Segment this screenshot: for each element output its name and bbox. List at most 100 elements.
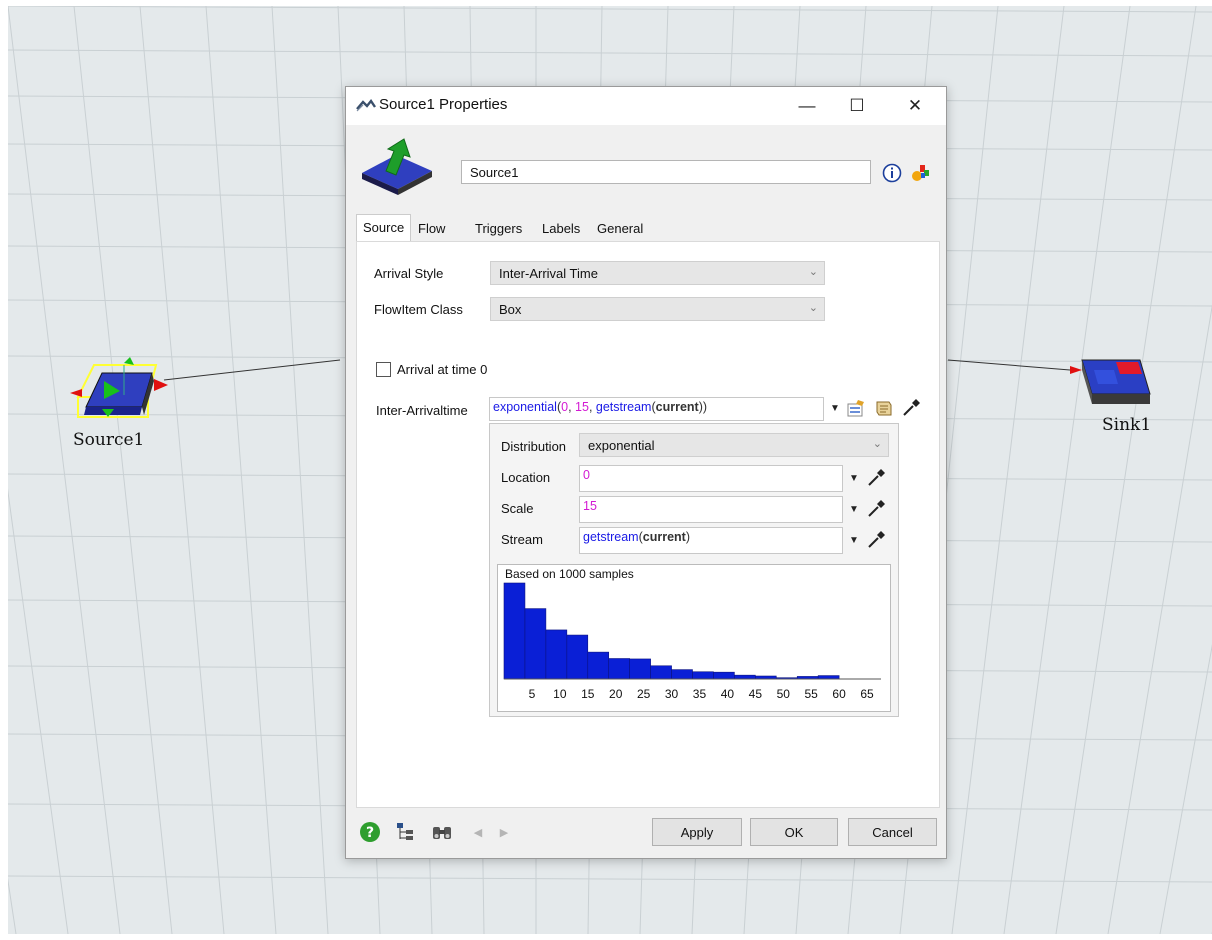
minimize-button[interactable]: — [784, 87, 830, 125]
apply-button[interactable]: Apply [652, 818, 742, 846]
x-tick-label: 30 [665, 687, 679, 701]
source-object[interactable] [64, 351, 174, 426]
x-tick-label: 35 [693, 687, 707, 701]
eyedropper-icon[interactable] [866, 499, 886, 519]
x-tick-label: 25 [637, 687, 651, 701]
source-label: Source1 [73, 430, 145, 450]
code-token: 15 [575, 400, 589, 414]
sink-label: Sink1 [1102, 415, 1152, 435]
distribution-histogram: Based on 1000 samples 5 10 15 20 25 30 35 40 45 5… [497, 564, 891, 712]
interarrival-label: Inter-Arrivaltime [376, 403, 468, 418]
ok-button[interactable]: OK [750, 818, 838, 846]
properties-dialog: Source1 Properties — ☐ ✕ Source1 Source … [345, 86, 947, 859]
chart-title: Based on 1000 samples [505, 567, 634, 581]
source-object-icon [362, 138, 432, 195]
x-tick-label: 55 [805, 687, 819, 701]
tab-labels[interactable]: Labels [536, 217, 586, 241]
scale-value: 15 [583, 499, 597, 513]
x-tick-label: 5 [529, 687, 536, 701]
window-title: Source1 Properties [379, 96, 508, 113]
histogram-bar [713, 671, 735, 680]
scale-label: Scale [501, 501, 534, 516]
dropdown-arrow-icon[interactable]: ▼ [830, 403, 840, 414]
scale-field[interactable]: 15 [579, 496, 843, 523]
eyedropper-icon[interactable] [866, 468, 886, 488]
interarrival-expression-field[interactable]: exponential(0, 15, getstream(current)) [489, 397, 824, 421]
dropdown-arrow-icon[interactable]: ▼ [849, 535, 859, 546]
code-token: getstream [595, 400, 652, 414]
eyedropper-icon[interactable] [866, 530, 886, 550]
flowitem-class-select[interactable]: Box ⌄ [490, 297, 825, 321]
x-tick-label: 10 [553, 687, 567, 701]
chevron-down-icon: ⌄ [808, 302, 818, 314]
flowitem-class-value: Box [499, 302, 522, 317]
tab-triggers[interactable]: Triggers [469, 217, 528, 241]
x-tick-label: 50 [777, 687, 791, 701]
chevron-down-icon: ⌄ [808, 266, 818, 278]
location-value: 0 [583, 468, 590, 482]
tab-flow[interactable]: Flow [412, 217, 451, 241]
distribution-select[interactable]: exponential ⌄ [579, 433, 889, 457]
tab-source[interactable]: Source [356, 214, 412, 242]
sink-object[interactable] [1066, 354, 1156, 414]
color-picker-icon[interactable] [909, 162, 931, 184]
histogram-svg: Based on 1000 samples 5 10 15 20 25 30 35 40 45 5… [503, 567, 881, 701]
title-bar[interactable]: Source1 Properties — ☐ ✕ [346, 87, 946, 125]
eyedropper-icon[interactable] [901, 398, 921, 418]
arrival-style-label: Arrival Style [374, 266, 444, 281]
edit-properties-icon[interactable] [846, 398, 866, 418]
arrow-right-icon[interactable]: ▶ [494, 822, 514, 842]
x-tick-label: 20 [609, 687, 623, 701]
tab-general[interactable]: General [591, 217, 649, 241]
binoculars-icon[interactable] [430, 821, 454, 843]
svg-text:?: ? [366, 825, 374, 841]
x-tick-label: 45 [749, 687, 763, 701]
stream-field[interactable]: getstream(current) [579, 527, 843, 554]
code-token: getstream [583, 530, 639, 544]
distribution-value: exponential [588, 438, 655, 453]
histogram-bar [629, 658, 651, 680]
code-token: ) [685, 530, 691, 544]
x-tick-label: 65 [860, 687, 874, 701]
close-button[interactable]: ✕ [892, 87, 938, 125]
histogram-bar [671, 669, 693, 680]
code-token: , [568, 400, 576, 414]
maximize-button[interactable]: ☐ [834, 87, 880, 125]
stream-label: Stream [501, 532, 543, 547]
histogram-bar [734, 674, 756, 680]
cancel-button[interactable]: Cancel [848, 818, 937, 846]
arrow-left-icon[interactable]: ◀ [468, 822, 488, 842]
distribution-panel: Distribution exponential ⌄ Location 0 ▼ … [489, 423, 899, 717]
histogram-bar [608, 658, 630, 680]
x-tick-label: 15 [581, 687, 595, 701]
dropdown-arrow-icon[interactable]: ▼ [849, 504, 859, 515]
arrival-time0-checkbox[interactable] [376, 362, 391, 377]
x-tick-label: 60 [832, 687, 846, 701]
arrival-time0-label: Arrival at time 0 [397, 362, 488, 377]
x-tick-label: 40 [721, 687, 735, 701]
code-edit-icon[interactable] [874, 398, 894, 418]
info-icon[interactable] [882, 163, 902, 183]
histogram-bar [566, 634, 589, 680]
object-name-input[interactable]: Source1 [461, 160, 871, 184]
histogram-bar [587, 651, 610, 680]
code-token: current [655, 400, 699, 414]
histogram-bar [817, 675, 840, 680]
arrival-style-select[interactable]: Inter-Arrival Time ⌄ [490, 261, 825, 285]
code-token: , [588, 400, 596, 414]
dropdown-arrow-icon[interactable]: ▼ [849, 473, 859, 484]
connector-line [163, 359, 341, 381]
tree-view-icon[interactable] [394, 821, 416, 843]
chevron-down-icon: ⌄ [872, 438, 882, 450]
histogram-bar [692, 671, 714, 680]
code-token: exponential [493, 400, 557, 414]
histogram-bar [524, 608, 547, 680]
location-label: Location [501, 470, 551, 485]
flowitem-class-label: FlowItem Class [374, 302, 463, 317]
location-field[interactable]: 0 [579, 465, 843, 492]
arrival-style-value: Inter-Arrival Time [499, 266, 598, 281]
app-logo-icon [356, 98, 376, 112]
histogram-bar [545, 629, 568, 680]
help-icon[interactable]: ? [359, 821, 381, 843]
histogram-bar [503, 582, 526, 680]
